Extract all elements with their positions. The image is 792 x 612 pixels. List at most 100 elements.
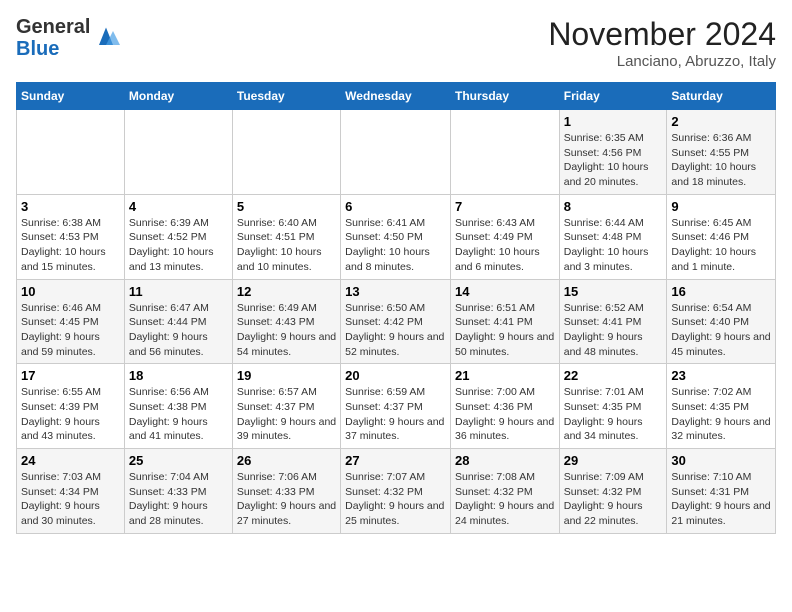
calendar-cell xyxy=(232,110,340,195)
day-number: 10 xyxy=(21,284,120,299)
week-row-1: 1 Sunrise: 6:35 AM Sunset: 4:56 PM Daylig… xyxy=(17,110,776,195)
calendar-cell: 12 Sunrise: 6:49 AM Sunset: 4:43 PM Dayli… xyxy=(232,279,340,364)
day-info: Sunrise: 6:56 AM Sunset: 4:38 PM Dayligh… xyxy=(129,386,209,442)
day-info: Sunrise: 7:01 AM Sunset: 4:35 PM Dayligh… xyxy=(564,386,644,442)
calendar-cell: 6 Sunrise: 6:41 AM Sunset: 4:50 PM Daylig… xyxy=(341,194,451,279)
col-header-sunday: Sunday xyxy=(17,83,125,110)
calendar-cell: 1 Sunrise: 6:35 AM Sunset: 4:56 PM Daylig… xyxy=(559,110,667,195)
calendar-cell: 4 Sunrise: 6:39 AM Sunset: 4:52 PM Daylig… xyxy=(124,194,232,279)
col-header-wednesday: Wednesday xyxy=(341,83,451,110)
logo: General Blue xyxy=(16,16,120,60)
calendar-cell: 13 Sunrise: 6:50 AM Sunset: 4:42 PM Dayli… xyxy=(341,279,451,364)
calendar-cell: 21 Sunrise: 7:00 AM Sunset: 4:36 PM Dayli… xyxy=(450,364,559,449)
calendar-cell: 24Sunrise: 7:03 AM Sunset: 4:34 PM Dayli… xyxy=(17,449,125,534)
calendar-cell: 26Sunrise: 7:06 AM Sunset: 4:33 PM Dayli… xyxy=(232,449,340,534)
calendar-cell: 14Sunrise: 6:51 AM Sunset: 4:41 PM Dayli… xyxy=(450,279,559,364)
day-number: 1 xyxy=(564,114,663,129)
day-number: 26 xyxy=(237,453,336,468)
day-number: 29 xyxy=(564,453,663,468)
day-number: 20 xyxy=(345,368,446,383)
day-number: 22 xyxy=(564,368,663,383)
day-number: 17 xyxy=(21,368,120,383)
page-header: General Blue November 2024 Lanciano, Abr… xyxy=(16,16,776,70)
logo-general: General xyxy=(16,16,90,38)
day-number: 19 xyxy=(237,368,336,383)
day-number: 8 xyxy=(564,199,663,214)
calendar-cell xyxy=(124,110,232,195)
calendar-cell: 30 Sunrise: 7:10 AM Sunset: 4:31 PM Dayli… xyxy=(667,449,776,534)
week-row-3: 10 Sunrise: 6:46 AM Sunset: 4:45 PM Dayli… xyxy=(17,279,776,364)
calendar-cell: 19Sunrise: 6:57 AM Sunset: 4:37 PM Dayli… xyxy=(232,364,340,449)
calendar-header: SundayMondayTuesdayWednesdayThursdayFrid… xyxy=(17,83,776,110)
calendar-cell: 3 Sunrise: 6:38 AM Sunset: 4:53 PM Daylig… xyxy=(17,194,125,279)
day-number: 27 xyxy=(345,453,446,468)
location: Lanciano, Abruzzo, Italy xyxy=(548,53,776,70)
day-number: 23 xyxy=(671,368,771,383)
calendar-cell xyxy=(17,110,125,195)
month-title: November 2024 xyxy=(548,16,776,53)
day-info: Sunrise: 7:02 AM Sunset: 4:35 PM Dayligh… xyxy=(671,386,770,442)
day-number: 7 xyxy=(455,199,555,214)
calendar-cell: 8Sunrise: 6:44 AM Sunset: 4:48 PM Daylig… xyxy=(559,194,667,279)
day-number: 11 xyxy=(129,284,228,299)
title-block: November 2024 Lanciano, Abruzzo, Italy xyxy=(548,16,776,70)
day-info: Sunrise: 6:50 AM Sunset: 4:42 PM Dayligh… xyxy=(345,302,444,358)
day-info: Sunrise: 6:46 AM Sunset: 4:45 PM Dayligh… xyxy=(21,302,101,358)
day-number: 4 xyxy=(129,199,228,214)
day-number: 28 xyxy=(455,453,555,468)
day-number: 15 xyxy=(564,284,663,299)
day-number: 21 xyxy=(455,368,555,383)
calendar-cell: 28 Sunrise: 7:08 AM Sunset: 4:32 PM Dayli… xyxy=(450,449,559,534)
day-info: Sunrise: 7:08 AM Sunset: 4:32 PM Dayligh… xyxy=(455,471,554,527)
calendar-cell: 18 Sunrise: 6:56 AM Sunset: 4:38 PM Dayli… xyxy=(124,364,232,449)
day-info: Sunrise: 6:52 AM Sunset: 4:41 PM Dayligh… xyxy=(564,302,644,358)
day-info: Sunrise: 7:10 AM Sunset: 4:31 PM Dayligh… xyxy=(671,471,770,527)
day-info: Sunrise: 6:43 AM Sunset: 4:49 PM Dayligh… xyxy=(455,217,540,273)
calendar-cell: 25 Sunrise: 7:04 AM Sunset: 4:33 PM Dayli… xyxy=(124,449,232,534)
day-info: Sunrise: 7:00 AM Sunset: 4:36 PM Dayligh… xyxy=(455,386,554,442)
week-row-4: 17 Sunrise: 6:55 AM Sunset: 4:39 PM Dayli… xyxy=(17,364,776,449)
calendar-cell: 16 Sunrise: 6:54 AM Sunset: 4:40 PM Dayli… xyxy=(667,279,776,364)
day-number: 25 xyxy=(129,453,228,468)
calendar-table: SundayMondayTuesdayWednesdayThursdayFrid… xyxy=(16,82,776,534)
col-header-thursday: Thursday xyxy=(450,83,559,110)
day-number: 13 xyxy=(345,284,446,299)
day-info: Sunrise: 6:59 AM Sunset: 4:37 PM Dayligh… xyxy=(345,386,444,442)
calendar-cell: 29 Sunrise: 7:09 AM Sunset: 4:32 PM Dayli… xyxy=(559,449,667,534)
day-info: Sunrise: 6:38 AM Sunset: 4:53 PM Dayligh… xyxy=(21,217,106,273)
calendar-cell: 7 Sunrise: 6:43 AM Sunset: 4:49 PM Daylig… xyxy=(450,194,559,279)
day-number: 16 xyxy=(671,284,771,299)
day-number: 30 xyxy=(671,453,771,468)
day-number: 3 xyxy=(21,199,120,214)
day-info: Sunrise: 7:04 AM Sunset: 4:33 PM Dayligh… xyxy=(129,471,209,527)
day-number: 5 xyxy=(237,199,336,214)
logo-blue: Blue xyxy=(16,38,59,60)
day-info: Sunrise: 6:35 AM Sunset: 4:56 PM Dayligh… xyxy=(564,132,649,188)
day-number: 9 xyxy=(671,199,771,214)
calendar-cell: 15 Sunrise: 6:52 AM Sunset: 4:41 PM Dayli… xyxy=(559,279,667,364)
day-info: Sunrise: 6:36 AM Sunset: 4:55 PM Dayligh… xyxy=(671,132,756,188)
day-info: Sunrise: 6:55 AM Sunset: 4:39 PM Dayligh… xyxy=(21,386,101,442)
calendar-cell: 10 Sunrise: 6:46 AM Sunset: 4:45 PM Dayli… xyxy=(17,279,125,364)
calendar-cell: 23 Sunrise: 7:02 AM Sunset: 4:35 PM Dayli… xyxy=(667,364,776,449)
calendar-cell: 27Sunrise: 7:07 AM Sunset: 4:32 PM Dayli… xyxy=(341,449,451,534)
calendar-cell: 9Sunrise: 6:45 AM Sunset: 4:46 PM Daylig… xyxy=(667,194,776,279)
col-header-tuesday: Tuesday xyxy=(232,83,340,110)
day-number: 12 xyxy=(237,284,336,299)
calendar-cell: 2Sunrise: 6:36 AM Sunset: 4:55 PM Daylig… xyxy=(667,110,776,195)
day-info: Sunrise: 6:40 AM Sunset: 4:51 PM Dayligh… xyxy=(237,217,322,273)
week-row-2: 3 Sunrise: 6:38 AM Sunset: 4:53 PM Daylig… xyxy=(17,194,776,279)
col-header-monday: Monday xyxy=(124,83,232,110)
day-info: Sunrise: 7:09 AM Sunset: 4:32 PM Dayligh… xyxy=(564,471,644,527)
day-number: 6 xyxy=(345,199,446,214)
day-info: Sunrise: 6:54 AM Sunset: 4:40 PM Dayligh… xyxy=(671,302,770,358)
calendar-cell xyxy=(341,110,451,195)
logo-icon xyxy=(92,24,120,52)
day-info: Sunrise: 6:51 AM Sunset: 4:41 PM Dayligh… xyxy=(455,302,554,358)
calendar-cell: 5 Sunrise: 6:40 AM Sunset: 4:51 PM Daylig… xyxy=(232,194,340,279)
day-info: Sunrise: 6:41 AM Sunset: 4:50 PM Dayligh… xyxy=(345,217,430,273)
day-info: Sunrise: 6:49 AM Sunset: 4:43 PM Dayligh… xyxy=(237,302,336,358)
day-number: 18 xyxy=(129,368,228,383)
day-info: Sunrise: 6:39 AM Sunset: 4:52 PM Dayligh… xyxy=(129,217,214,273)
calendar-cell: 22 Sunrise: 7:01 AM Sunset: 4:35 PM Dayli… xyxy=(559,364,667,449)
